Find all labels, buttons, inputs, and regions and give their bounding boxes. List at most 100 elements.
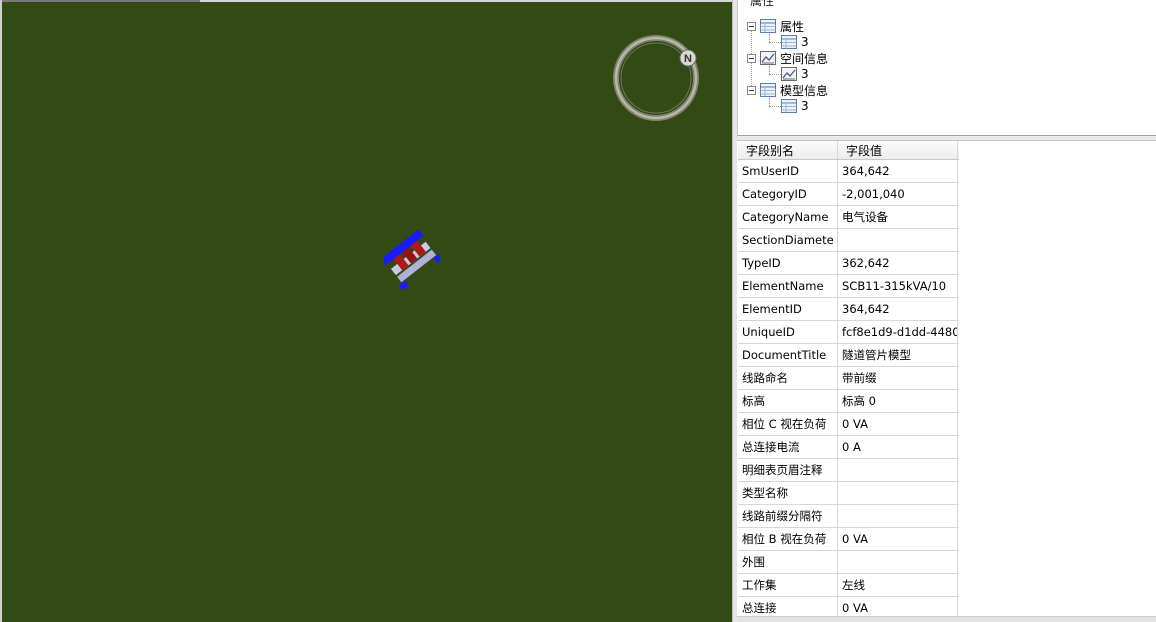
field-value-cell[interactable]: 364,642 <box>838 160 958 182</box>
table-row[interactable]: 外围 <box>738 551 959 574</box>
tree-node-model[interactable]: 模型信息 <box>747 82 828 98</box>
field-alias-cell: 明细表页眉注释 <box>738 459 838 481</box>
field-value-cell[interactable]: SCB11-315kVA/10 <box>838 275 958 297</box>
collapse-icon[interactable] <box>747 85 756 95</box>
tree-connector <box>769 34 770 42</box>
tree-connector <box>769 74 781 75</box>
tree-node-label: 属性 <box>780 19 805 34</box>
tree-connector <box>769 42 781 43</box>
field-alias-cell: UniqueID <box>738 321 838 343</box>
table-row[interactable]: TypeID 362,642 <box>738 252 959 275</box>
field-value-cell[interactable]: 362,642 <box>838 252 958 274</box>
grid-header: 字段别名 字段值 <box>738 141 959 160</box>
grid-body: SmUserID 364,642 CategoryID -2,001,040 Categ… <box>738 160 959 620</box>
table-row[interactable]: UniqueID fcf8e1d9-d1dd-4480... <box>738 321 959 344</box>
table-row[interactable]: CategoryName 电气设备 <box>738 206 959 229</box>
scene-viewport[interactable]: N <box>0 0 732 622</box>
field-value-cell[interactable]: 0 A <box>838 436 958 458</box>
table-icon <box>781 35 797 49</box>
table-row[interactable]: 相位 C 视在负荷 0 VA <box>738 413 959 436</box>
property-grid-area: 字段别名 字段值 SmUserID 364,642 CategoryID -2,001… <box>737 141 1156 622</box>
tree-leaf-label: 3 <box>801 99 809 113</box>
field-alias-cell: 线路前缀分隔符 <box>738 505 838 527</box>
tree-header-label: 属性 <box>750 0 775 8</box>
table-icon <box>760 83 776 97</box>
viewport-tab-indicator <box>0 0 200 2</box>
field-value-cell[interactable]: 隧道管片模型 <box>838 344 958 366</box>
field-value-cell[interactable]: 电气设备 <box>838 206 958 228</box>
table-row[interactable]: CategoryID -2,001,040 <box>738 183 959 206</box>
tree-node-label: 模型信息 <box>780 83 829 98</box>
table-row[interactable]: 相位 B 视在负荷 0 VA <box>738 528 959 551</box>
tree-node-label: 空间信息 <box>780 51 829 66</box>
compass-icon[interactable]: N <box>611 33 701 123</box>
field-value-cell[interactable]: 标高 0 <box>838 390 958 412</box>
field-value-cell[interactable]: -2,001,040 <box>838 183 958 205</box>
field-alias-cell: SectionDiamete <box>738 229 838 251</box>
table-icon <box>760 19 776 33</box>
field-alias-cell: TypeID <box>738 252 838 274</box>
field-alias-cell: ElementName <box>738 275 838 297</box>
table-row[interactable]: 明细表页眉注释 <box>738 459 959 482</box>
table-row[interactable]: 总连接电流 0 A <box>738 436 959 459</box>
table-row[interactable]: SectionDiamete <box>738 229 959 252</box>
field-alias-cell: 相位 B 视在负荷 <box>738 528 838 550</box>
field-alias-cell: SmUserID <box>738 160 838 182</box>
field-value-cell[interactable]: 0 VA <box>838 413 958 435</box>
column-header-value[interactable]: 字段值 <box>838 141 958 159</box>
field-alias-cell: 外围 <box>738 551 838 573</box>
field-value-cell[interactable]: 364,642 <box>838 298 958 320</box>
table-row[interactable]: SmUserID 364,642 <box>738 160 959 183</box>
chart-icon <box>760 51 776 65</box>
field-alias-cell: DocumentTitle <box>738 344 838 366</box>
attribute-tree[interactable]: 属性 属性 3 空间信息 3 模型信息 3 <box>737 0 1156 136</box>
table-row[interactable]: 线路命名 带前缀 <box>738 367 959 390</box>
collapse-icon[interactable] <box>747 21 756 31</box>
tree-leaf-label: 3 <box>801 35 809 49</box>
field-alias-cell: 标高 <box>738 390 838 412</box>
properties-panel: 属性 属性 3 空间信息 3 模型信息 3 字段别名 字段值 SmUserID … <box>737 0 1156 622</box>
field-alias-cell: 工作集 <box>738 574 838 596</box>
field-value-cell[interactable]: 0 VA <box>838 528 958 550</box>
tree-leaf[interactable]: 3 <box>781 66 809 82</box>
compass-north-label: N <box>684 53 692 65</box>
tree-connector <box>769 66 770 74</box>
tree-leaf[interactable]: 3 <box>781 98 809 114</box>
tree-connector <box>769 106 781 107</box>
table-row[interactable]: DocumentTitle 隧道管片模型 <box>738 344 959 367</box>
field-alias-cell: CategoryID <box>738 183 838 205</box>
table-row[interactable]: 线路前缀分隔符 <box>738 505 959 528</box>
tree-node-attributes[interactable]: 属性 <box>747 18 804 34</box>
transformer-model[interactable] <box>384 224 440 296</box>
table-row[interactable]: 类型名称 <box>738 482 959 505</box>
field-value-cell[interactable]: 左线 <box>838 574 958 596</box>
column-header-alias[interactable]: 字段别名 <box>738 141 838 159</box>
field-alias-cell: 线路命名 <box>738 367 838 389</box>
table-row[interactable]: 标高 标高 0 <box>738 390 959 413</box>
field-value-cell[interactable] <box>838 459 958 481</box>
table-icon <box>781 99 797 113</box>
field-value-cell[interactable] <box>838 229 958 251</box>
field-value-cell[interactable]: 带前缀 <box>838 367 958 389</box>
chart-icon <box>781 67 797 81</box>
field-value-cell[interactable] <box>838 482 958 504</box>
viewport-left-border <box>0 0 2 622</box>
table-row[interactable]: ElementName SCB11-315kVA/10 <box>738 275 959 298</box>
collapse-icon[interactable] <box>747 53 756 63</box>
field-alias-cell: 相位 C 视在负荷 <box>738 413 838 435</box>
field-alias-cell: ElementID <box>738 298 838 320</box>
field-alias-cell: CategoryName <box>738 206 838 228</box>
field-alias-cell: 类型名称 <box>738 482 838 504</box>
table-row[interactable]: ElementID 364,642 <box>738 298 959 321</box>
tree-leaf-label: 3 <box>801 67 809 81</box>
property-grid[interactable]: 字段别名 字段值 SmUserID 364,642 CategoryID -2,001… <box>738 141 959 620</box>
table-row[interactable]: 工作集 左线 <box>738 574 959 597</box>
field-value-cell[interactable] <box>838 551 958 573</box>
tree-leaf[interactable]: 3 <box>781 34 809 50</box>
field-alias-cell: 总连接电流 <box>738 436 838 458</box>
field-value-cell[interactable] <box>838 505 958 527</box>
field-value-cell[interactable]: fcf8e1d9-d1dd-4480... <box>838 321 958 343</box>
horizontal-scrollbar[interactable] <box>737 616 1156 622</box>
tree-node-spatial[interactable]: 空间信息 <box>747 50 828 66</box>
tree-connector <box>769 98 770 106</box>
